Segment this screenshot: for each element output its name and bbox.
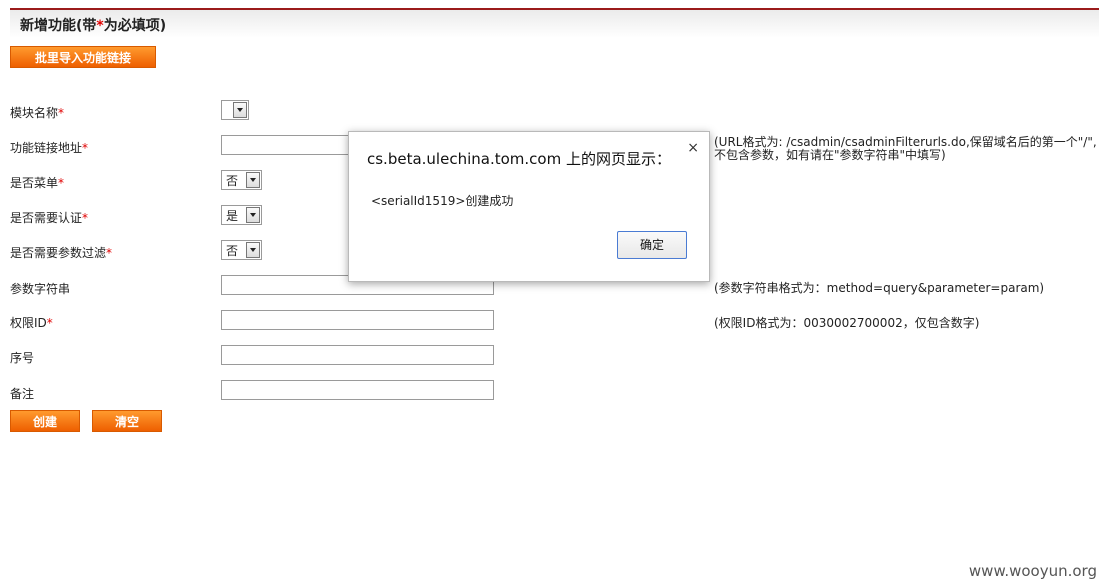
required-star: * [82, 141, 89, 155]
need-auth-select[interactable]: 是 [221, 205, 262, 225]
sequence-input[interactable] [221, 345, 494, 365]
is-menu-value: 否 [226, 173, 239, 188]
param-string-label: 参数字符串 [10, 282, 71, 296]
batch-import-button[interactable]: 批里导入功能链接 [10, 46, 156, 68]
func-link-label: 功能链接地址* [10, 139, 88, 156]
required-star: * [96, 18, 104, 34]
chevron-down-icon [246, 207, 260, 223]
permission-id-label-text: 权限ID [10, 316, 47, 330]
alert-dialog: cs.beta.ulechina.tom.com 上的网页显示： × <seri… [348, 131, 710, 282]
remark-input[interactable] [221, 380, 494, 400]
clear-button[interactable]: 清空 [92, 410, 162, 432]
required-star: * [58, 176, 65, 190]
required-star: * [58, 106, 65, 120]
is-menu-label: 是否菜单* [10, 174, 64, 191]
permission-id-label: 权限ID* [10, 314, 53, 331]
permission-id-input[interactable] [221, 310, 494, 330]
dialog-title: cs.beta.ulechina.tom.com 上的网页显示： [367, 150, 671, 168]
required-star: * [46, 316, 53, 330]
param-filter-select[interactable]: 否 [221, 240, 262, 260]
page-title-suffix: 为必填项) [103, 18, 167, 34]
required-star: * [106, 246, 113, 260]
dialog-message: <serialId1519>创建成功 [371, 194, 514, 208]
is-menu-select[interactable]: 否 [221, 170, 262, 190]
need-auth-value: 是 [226, 208, 239, 223]
module-name-label-text: 模块名称 [10, 106, 59, 120]
chevron-down-icon [246, 172, 260, 188]
page-title: 新增功能(带*为必填项) [20, 15, 166, 35]
module-name-label: 模块名称* [10, 104, 64, 121]
required-star: * [82, 211, 89, 225]
chevron-down-icon [233, 102, 247, 118]
remark-label: 备注 [10, 387, 35, 401]
permission-id-hint: (权限ID格式为：0030002700002，仅包含数字) [714, 316, 980, 330]
param-filter-label: 是否需要参数过滤* [10, 244, 112, 261]
close-icon[interactable]: × [687, 140, 699, 156]
watermark: www.wooyun.org [968, 562, 1097, 580]
module-name-select[interactable] [221, 100, 249, 120]
page-header: 新增功能(带*为必填项) [10, 8, 1099, 38]
is-menu-label-text: 是否菜单 [10, 176, 59, 190]
chevron-down-icon [246, 242, 260, 258]
param-filter-label-text: 是否需要参数过滤 [10, 246, 107, 260]
create-button[interactable]: 创建 [10, 410, 80, 432]
need-auth-label-text: 是否需要认证 [10, 211, 83, 225]
need-auth-label: 是否需要认证* [10, 209, 88, 226]
page-title-text: 新增功能(带 [20, 18, 97, 34]
func-link-hint-2: 不包含参数，如有请在"参数字符串"中填写) [714, 148, 946, 162]
param-string-hint: (参数字符串格式为：method=query&parameter=param) [714, 281, 1045, 295]
sequence-label: 序号 [10, 351, 35, 365]
param-filter-value: 否 [226, 243, 239, 258]
ok-button[interactable]: 确定 [617, 231, 687, 259]
func-link-label-text: 功能链接地址 [10, 141, 83, 155]
